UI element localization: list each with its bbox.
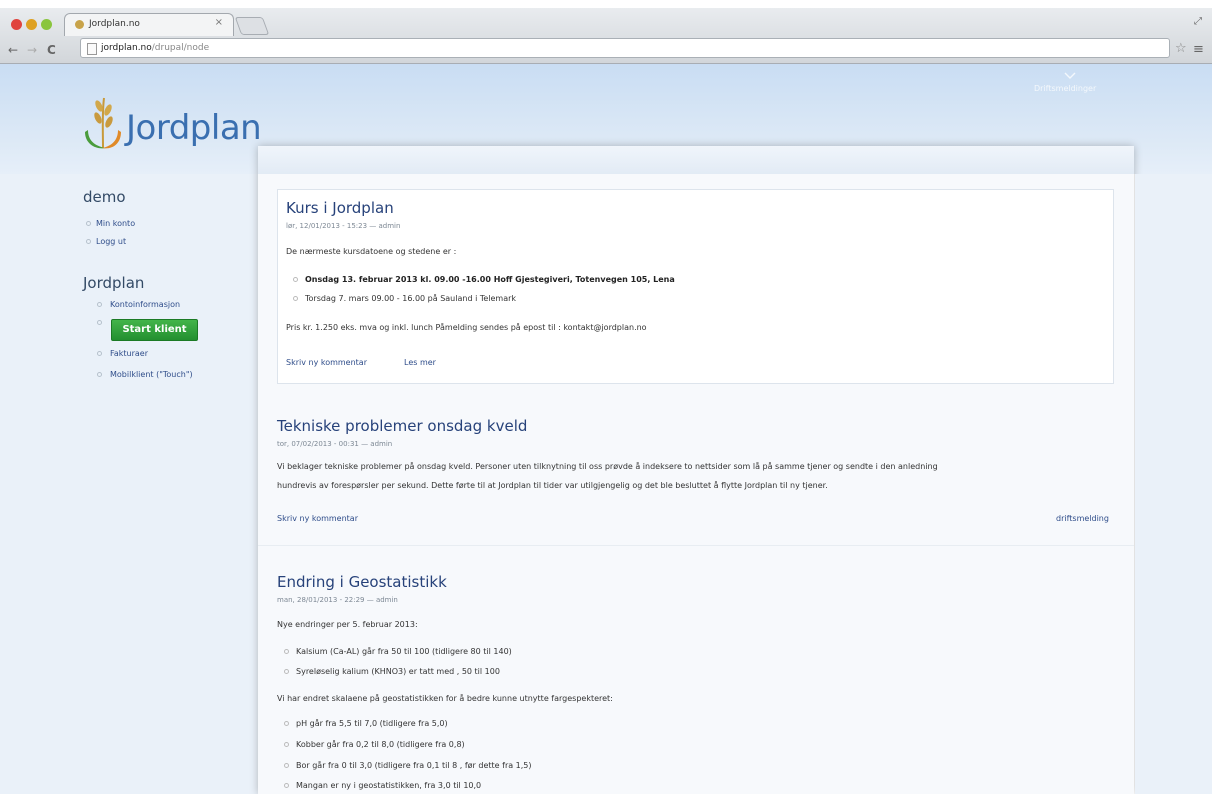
list-item: Torsdag 7. mars 09.00 - 16.00 på Sauland… — [305, 294, 517, 303]
tab-title: Jordplan.no — [89, 19, 140, 29]
node-meta: tor, 07/02/2013 - 00:31 — admin — [277, 440, 393, 448]
node-text: De nærmeste kursdatoene og stedene er : — [286, 247, 457, 256]
browser-chrome: Jordplan.no × ⤢ ← → C jordplan.no/drupal… — [0, 8, 1212, 64]
divider — [258, 545, 1134, 546]
page-icon — [87, 43, 97, 55]
bullet-icon — [97, 302, 102, 307]
browser-tab[interactable]: Jordplan.no × — [64, 13, 234, 36]
close-window-button[interactable] — [11, 19, 22, 30]
bullet-icon — [97, 320, 102, 325]
comment-link[interactable]: Skriv ny kommentar — [277, 514, 358, 523]
minimize-window-button[interactable] — [26, 19, 37, 30]
bullet-icon — [284, 742, 289, 747]
sidebar — [0, 174, 258, 794]
bullet-icon — [284, 649, 289, 654]
bullet-icon — [97, 351, 102, 356]
node-meta: man, 28/01/2013 - 22:29 — admin — [277, 596, 398, 604]
bullet-icon — [86, 221, 91, 226]
bookmark-star-icon[interactable]: ☆ — [1175, 41, 1187, 56]
comment-link[interactable]: Skriv ny kommentar — [286, 358, 367, 367]
content-header-strip — [258, 146, 1134, 174]
site-logo-text[interactable]: Jordplan — [126, 108, 262, 148]
list-item: Syreløselig kalium (KHNO3) er tatt med ,… — [296, 667, 500, 676]
node-text: hundrevis av forespørsler per sekund. De… — [277, 481, 828, 490]
right-background — [1135, 174, 1212, 794]
kontoinformasjon-link[interactable]: Kontoinformasjon — [110, 300, 180, 309]
driftsmeldinger-link[interactable]: Driftsmeldinger — [1034, 84, 1096, 93]
mobilklient-link[interactable]: Mobilklient ("Touch") — [110, 370, 193, 379]
reload-icon[interactable]: C — [47, 43, 56, 57]
list-item: Mangan er ny i geostatistikken, fra 3,0 … — [296, 781, 482, 790]
url-text: jordplan.no/drupal/node — [101, 43, 210, 53]
forward-icon[interactable]: → — [27, 43, 37, 57]
list-item: Onsdag 13. februar 2013 kl. 09.00 -16.00… — [305, 275, 675, 284]
fakturaer-link[interactable]: Fakturaer — [110, 349, 148, 358]
back-icon[interactable]: ← — [8, 43, 18, 57]
list-item: Bor går fra 0 til 3,0 (tidligere fra 0,1… — [296, 761, 532, 770]
bullet-icon — [284, 669, 289, 674]
address-bar[interactable]: jordplan.no/drupal/node — [80, 38, 1170, 58]
wheat-logo-icon[interactable] — [82, 92, 124, 152]
bullet-icon — [284, 721, 289, 726]
node-title[interactable]: Tekniske problemer onsdag kveld — [277, 417, 527, 435]
zoom-window-button[interactable] — [41, 19, 52, 30]
top-margin — [0, 0, 1212, 8]
jordplan-block-heading: Jordplan — [83, 274, 145, 292]
tag-link[interactable]: driftsmelding — [1056, 514, 1109, 523]
bullet-icon — [293, 296, 298, 301]
node-meta: lør, 12/01/2013 - 15:23 — admin — [286, 222, 401, 230]
node-text: Nye endringer per 5. februar 2013: — [277, 620, 418, 629]
node-title[interactable]: Kurs i Jordplan — [286, 199, 394, 217]
node-title[interactable]: Endring i Geostatistikk — [277, 573, 447, 591]
list-item: Kalsium (Ca-AL) går fra 50 til 100 (tidl… — [296, 647, 512, 656]
bullet-icon — [284, 763, 289, 768]
bullet-icon — [97, 372, 102, 377]
start-klient-button[interactable]: Start klient — [111, 319, 198, 341]
new-tab-button[interactable] — [234, 17, 270, 35]
bullet-icon — [284, 783, 289, 788]
tab-close-icon[interactable]: × — [215, 17, 223, 28]
bullet-icon — [86, 239, 91, 244]
fullscreen-icon[interactable]: ⤢ — [1194, 16, 1202, 27]
list-item: pH går fra 5,5 til 7,0 (tidligere fra 5,… — [296, 719, 448, 728]
read-more-link[interactable]: Les mer — [404, 358, 436, 367]
browser-menu-icon[interactable]: ≡ — [1193, 42, 1204, 57]
chevron-down-icon[interactable] — [1064, 72, 1076, 80]
node-text: Pris kr. 1.250 eks. mva og inkl. lunch P… — [286, 323, 647, 332]
favicon-icon — [75, 20, 84, 29]
min-konto-link[interactable]: Min konto — [96, 219, 135, 228]
user-block-heading: demo — [83, 188, 126, 206]
node-text: Vi har endret skalaene på geostatistikke… — [277, 694, 613, 703]
sticky-node-box — [277, 189, 1114, 384]
node-text: Vi beklager tekniske problemer på onsdag… — [277, 462, 938, 471]
list-item: Kobber går fra 0,2 til 8,0 (tidligere fr… — [296, 740, 465, 749]
bullet-icon — [293, 277, 298, 282]
logg-ut-link[interactable]: Logg ut — [96, 237, 126, 246]
